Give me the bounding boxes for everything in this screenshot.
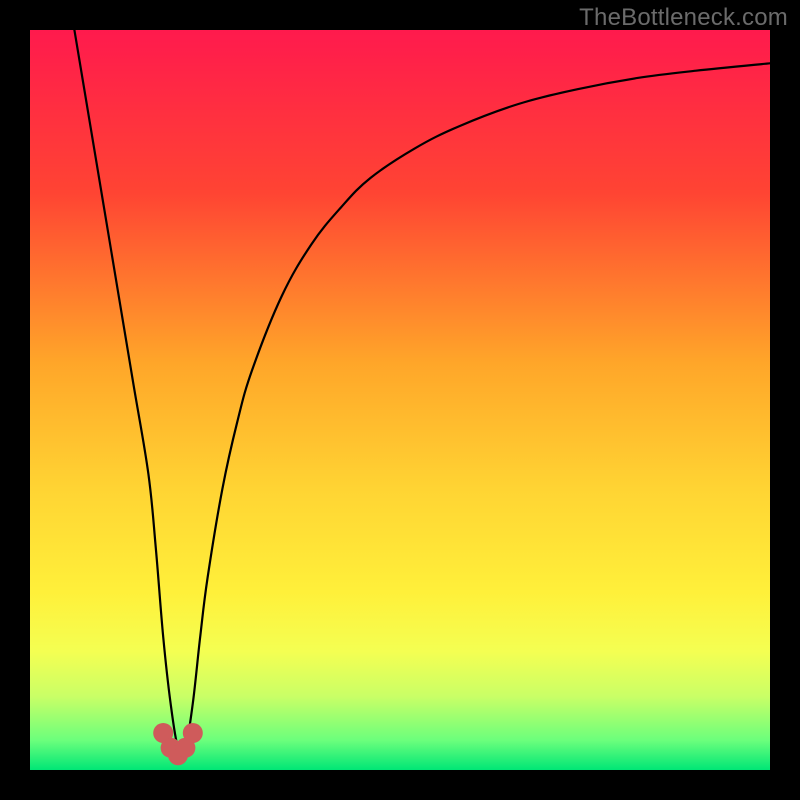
plot-area	[30, 30, 770, 770]
trough-markers	[153, 723, 203, 765]
curve-layer	[30, 30, 770, 770]
trough-marker	[183, 723, 203, 743]
chart-frame: TheBottleneck.com	[0, 0, 800, 800]
watermark-text: TheBottleneck.com	[579, 4, 788, 32]
bottleneck-curve	[74, 30, 770, 754]
